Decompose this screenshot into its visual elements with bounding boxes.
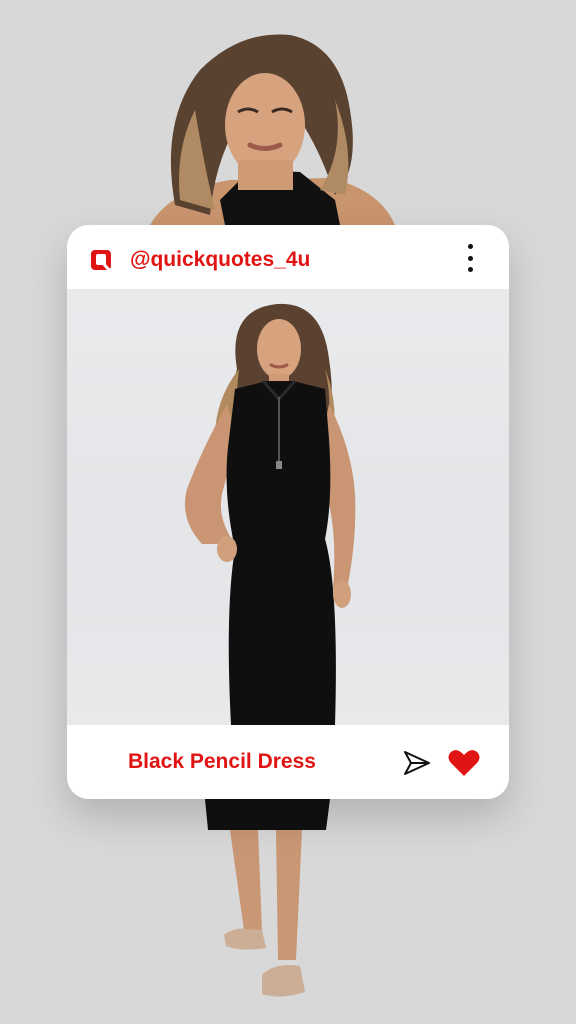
post-card: @quickquotes_4u Black Pencil Dress [67, 225, 509, 799]
more-vertical-icon[interactable] [459, 241, 481, 275]
model-photo [184, 303, 356, 725]
post-image[interactable] [67, 289, 509, 725]
post-header: @quickquotes_4u [67, 225, 509, 289]
post-footer: Black Pencil Dress [67, 725, 509, 799]
more-dot [467, 244, 473, 249]
heart-icon[interactable] [448, 749, 480, 777]
quickquotes-logo-icon[interactable] [90, 249, 112, 271]
account-handle[interactable]: @quickquotes_4u [130, 245, 310, 275]
send-icon[interactable] [403, 749, 431, 777]
more-dot [467, 255, 473, 261]
more-dot [467, 267, 473, 272]
post-caption: Black Pencil Dress [128, 750, 316, 773]
